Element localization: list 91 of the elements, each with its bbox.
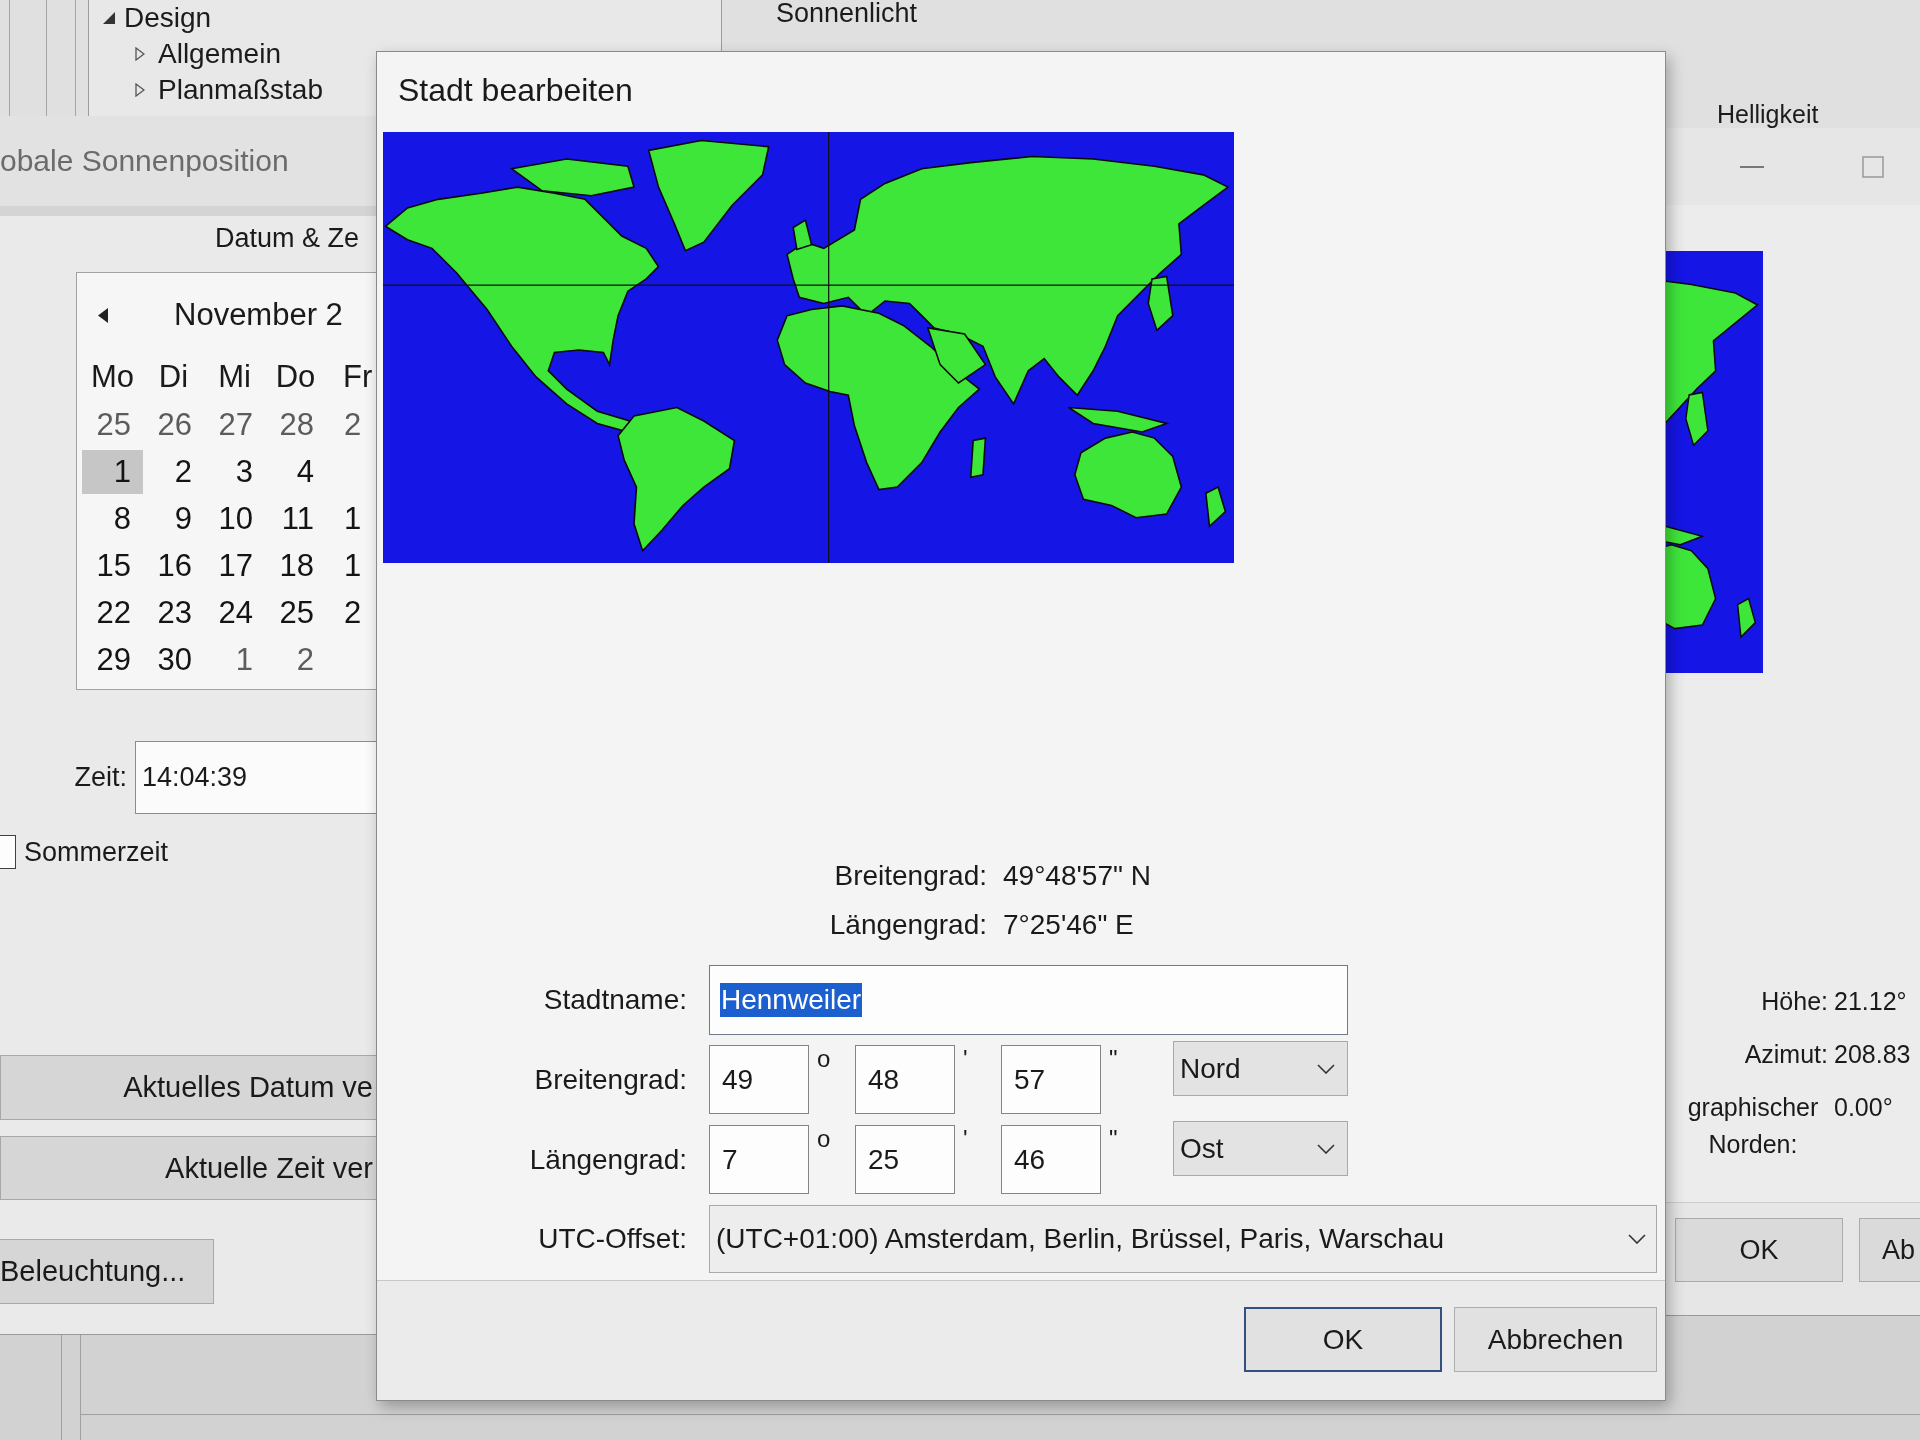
weekday-label: Mi	[218, 359, 251, 395]
tree-item[interactable]: Allgemein	[158, 38, 281, 70]
reading-value: 21.12°	[1834, 986, 1907, 1017]
calendar-day[interactable]: 2	[265, 637, 326, 682]
column-header: Helligkeit	[1717, 101, 1819, 128]
coordinate-label: Breitengrad:	[834, 859, 987, 893]
tree-arrow-icon[interactable]	[135, 83, 145, 97]
tree-item[interactable]: Design	[124, 2, 212, 34]
calendar-day[interactable]: 22	[82, 590, 143, 635]
weekday-label: Do	[275, 359, 316, 395]
reading-label: Azimut:	[1744, 1039, 1828, 1070]
section-title: Sonnenlicht	[776, 0, 918, 26]
field-label: Breitengrad:	[534, 1064, 687, 1096]
calendar-day[interactable]: 29	[82, 637, 143, 682]
unit-label: "	[1109, 1045, 1118, 1073]
unit-label: '	[963, 1045, 968, 1073]
calendar-day[interactable]: 3	[204, 449, 265, 494]
window-title: obale Sonnenposition	[0, 144, 289, 178]
unit-label: "	[1109, 1125, 1118, 1153]
calendar-day[interactable]: 10	[204, 496, 265, 541]
calendar-day[interactable]: 1	[326, 496, 376, 541]
calendar-day[interactable]: 1	[326, 543, 376, 588]
reading-label: graphischer Norden:	[1686, 1092, 1820, 1160]
tree-arrow-icon[interactable]	[135, 47, 145, 61]
chevron-down-icon	[1317, 1063, 1335, 1074]
minimize-icon[interactable]	[1740, 165, 1764, 168]
reading-value: 208.83	[1834, 1039, 1911, 1070]
coordinate-label: Längengrad:	[829, 908, 987, 942]
number-field[interactable]: 7	[709, 1125, 809, 1194]
calendar-day[interactable]: 8	[82, 496, 143, 541]
calendar-day[interactable]: 30	[143, 637, 204, 682]
dialog-button[interactable]: OK	[1244, 1307, 1442, 1372]
chevron-down-icon	[1317, 1143, 1335, 1154]
action-button[interactable]: Aktuelles Datum ve	[0, 1055, 376, 1120]
calendar-day[interactable]: 16	[143, 543, 204, 588]
timezone-dropdown[interactable]: (UTC+01:00) Amsterdam, Berlin, Brüssel, Paris, Warschau	[709, 1205, 1657, 1273]
number-field[interactable]: 48	[855, 1045, 955, 1114]
field-label: Stadtname:	[543, 984, 687, 1016]
left-arrow-icon[interactable]	[98, 307, 108, 323]
coordinate-value: 49°48'57" N	[1003, 859, 1151, 893]
weekday-label: Fr	[343, 359, 373, 395]
field-label: Längengrad:	[529, 1144, 687, 1176]
number-field[interactable]: 46	[1001, 1125, 1101, 1194]
checkbox[interactable]	[0, 835, 16, 869]
calendar-day[interactable]: 23	[143, 590, 204, 635]
calendar-day[interactable]: 15	[82, 543, 143, 588]
calendar-day[interactable]: 4	[265, 449, 326, 494]
calendar-day[interactable]: 24	[204, 590, 265, 635]
tree-arrow-icon[interactable]	[103, 12, 115, 24]
time-field[interactable]: 14:04:39	[135, 741, 376, 814]
calendar-day[interactable]: 11	[265, 496, 326, 541]
calendar-day[interactable]: 1	[204, 637, 265, 682]
group-title: Datum & Ze	[215, 223, 360, 254]
unit-label: o	[817, 1125, 831, 1153]
chevron-down-icon	[1628, 1234, 1646, 1244]
window-title: Stadt bearbeiten	[398, 71, 633, 109]
city-name-field[interactable]: Hennweiler	[709, 965, 1348, 1035]
weekday-label: Di	[158, 359, 189, 395]
hemisphere-dropdown[interactable]: Ost	[1173, 1121, 1348, 1176]
calendar-day[interactable]: 26	[143, 402, 204, 447]
reading-value: 0.00°	[1834, 1092, 1893, 1123]
dialog-button[interactable]: Ab	[1859, 1218, 1920, 1282]
calendar-day[interactable]: 17	[204, 543, 265, 588]
checkbox-label: Sommerzeit	[24, 836, 169, 868]
calendar-day[interactable]: 18	[265, 543, 326, 588]
reading-label: Höhe:	[1761, 986, 1828, 1017]
calendar-day[interactable]: 1	[82, 449, 143, 494]
weekday-label: Mo	[90, 359, 135, 395]
field-label: Zeit:	[74, 762, 127, 793]
calendar-month-title: November 2	[174, 297, 343, 333]
calendar-day[interactable]: 2	[143, 449, 204, 494]
calendar-day[interactable]: 28	[265, 402, 326, 447]
calendar-day[interactable]: 25	[265, 590, 326, 635]
calendar-day[interactable]: 9	[143, 496, 204, 541]
calendar-day[interactable]: 25	[82, 402, 143, 447]
calendar-day[interactable]: 2	[326, 590, 376, 635]
dialog-button[interactable]: Abbrechen	[1454, 1307, 1657, 1372]
number-field[interactable]: 25	[855, 1125, 955, 1194]
dialog-button[interactable]: OK	[1675, 1218, 1843, 1282]
hemisphere-dropdown[interactable]: Nord	[1173, 1041, 1348, 1096]
calendar-day[interactable]: 2	[326, 402, 376, 447]
coordinate-value: 7°25'46" E	[1003, 908, 1134, 942]
action-button[interactable]: Aktuelle Zeit ver	[0, 1136, 376, 1200]
number-field[interactable]: 49	[709, 1045, 809, 1114]
unit-label: '	[963, 1125, 968, 1153]
calendar-day[interactable]: 27	[204, 402, 265, 447]
unit-label: o	[817, 1045, 831, 1073]
number-field[interactable]: 57	[1001, 1045, 1101, 1114]
tree-item[interactable]: Planmaßstab	[158, 74, 323, 106]
field-label: UTC-Offset:	[538, 1223, 687, 1255]
action-button[interactable]: Beleuchtung...	[0, 1239, 214, 1304]
